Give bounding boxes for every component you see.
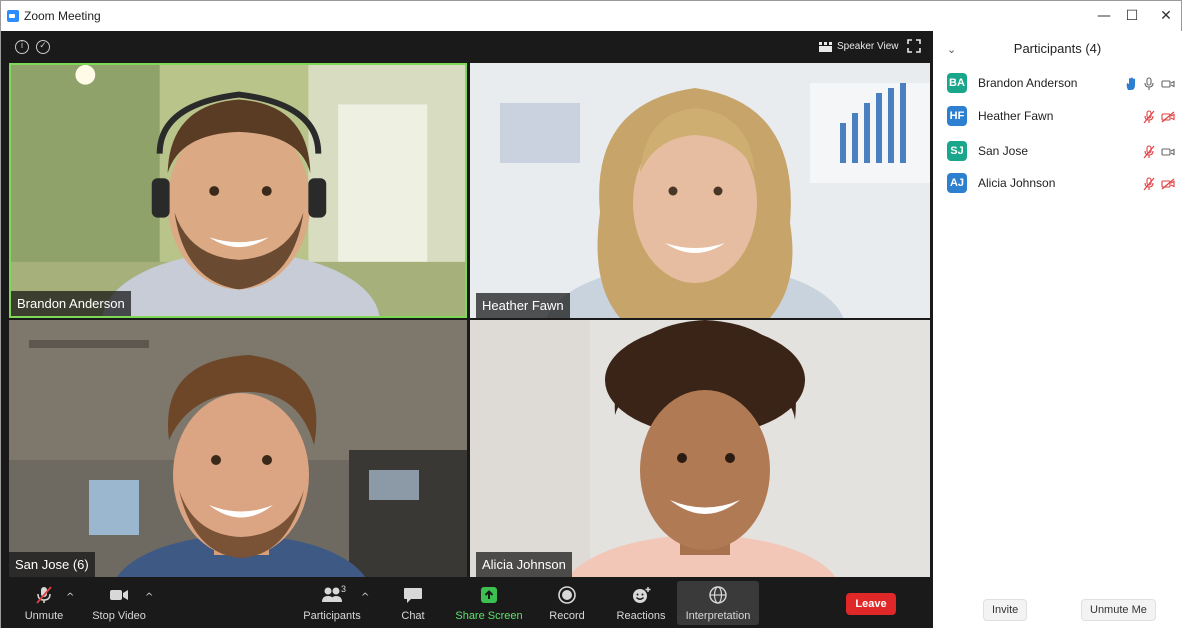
participants-panel-title: Participants (4) (1013, 41, 1102, 56)
microphone-icon (1144, 77, 1154, 90)
people-icon (322, 587, 342, 602)
video-camera-icon (1161, 80, 1175, 88)
raised-hand-icon (1126, 77, 1135, 90)
participants-icon-wrap: 3 (317, 584, 347, 604)
participant-name: San Jose (978, 144, 1029, 158)
reactions-label: Reactions (616, 610, 666, 622)
participant-status-icons (1125, 75, 1175, 93)
muted-microphone-icon (1143, 177, 1155, 191)
participants-label: Participants (303, 610, 361, 622)
video-feed-heather (470, 63, 930, 318)
record-label: Record (549, 610, 585, 622)
collapse-chevron-icon[interactable]: ⌄ (947, 43, 956, 56)
chat-bubble-icon (404, 588, 422, 603)
minimize-button[interactable]: — (1089, 5, 1119, 27)
interpretation-label: Interpretation (685, 610, 751, 622)
muted-microphone-icon (1143, 145, 1155, 159)
participants-options-caret-icon[interactable]: ^ (361, 592, 369, 603)
participant-status-icons (1143, 175, 1175, 193)
close-window-button[interactable]: ✕ (1151, 5, 1181, 27)
avatar: BA (947, 73, 967, 93)
unmute-label: Unmute (24, 610, 64, 622)
security-shield-icon[interactable]: ✓ (36, 40, 50, 54)
avatar: AJ (947, 173, 967, 193)
meeting-info-icon[interactable]: i (15, 40, 29, 54)
video-feed-brandon (11, 65, 465, 316)
participants-button[interactable]: 3 Participants (297, 581, 367, 625)
zoom-app-icon (7, 10, 19, 22)
record-icon (558, 586, 576, 604)
reactions-button[interactable]: Reactions (611, 581, 671, 625)
title-bar: Zoom Meeting — ☐ ✕ (1, 1, 1181, 31)
participant-status-icons (1143, 108, 1175, 126)
share-screen-button[interactable]: Share Screen (453, 581, 525, 625)
maximize-button[interactable]: ☐ (1117, 5, 1147, 27)
participant-name: Alicia Johnson (978, 176, 1056, 190)
unmute-button[interactable]: Unmute (19, 581, 69, 625)
participant-row-san-jose[interactable]: SJ San Jose (947, 139, 1175, 165)
participant-name: Heather Fawn (978, 109, 1054, 123)
video-camera-icon (110, 590, 128, 600)
zoom-window: Zoom Meeting — ☐ ✕ i ✓ Speaker View Bran… (0, 0, 1182, 628)
share-screen-icon (481, 587, 497, 603)
invite-button[interactable]: Invite (983, 599, 1028, 621)
stop-video-label: Stop Video (92, 610, 146, 622)
participants-panel: Participants (4) ⌄ BA Brandon Anderson H… (933, 31, 1182, 628)
muted-mic-icon (36, 586, 52, 604)
video-tile-alicia-johnson[interactable]: Alicia Johnson (470, 320, 930, 577)
video-feed-alicia (470, 320, 930, 577)
smiley-plus-icon (633, 587, 651, 603)
record-button[interactable]: Record (542, 581, 592, 625)
muted-microphone-icon (1143, 110, 1155, 124)
video-off-icon (1161, 178, 1175, 190)
share-screen-label: Share Screen (455, 610, 523, 622)
video-tile-san-jose[interactable]: San Jose (6) (9, 320, 467, 577)
speaker-view-button[interactable]: Speaker View (813, 36, 905, 58)
participant-status-icons (1143, 143, 1175, 161)
avatar: SJ (947, 141, 967, 161)
participant-name-tag: San Jose (6) (9, 552, 95, 577)
speaker-view-label: Speaker View (837, 41, 899, 52)
stop-video-button[interactable]: Stop Video (89, 581, 149, 625)
meeting-top-bar: i ✓ Speaker View (1, 31, 933, 63)
globe-icon (709, 586, 727, 604)
meeting-area: i ✓ Speaker View Brandon Anderson Heathe… (1, 31, 933, 628)
chat-button[interactable]: Chat (393, 581, 433, 625)
fullscreen-icon[interactable] (907, 39, 921, 53)
leave-button[interactable]: Leave (846, 593, 896, 615)
avatar: HF (947, 106, 967, 126)
video-tile-brandon-anderson[interactable]: Brandon Anderson (9, 63, 467, 318)
video-options-caret-icon[interactable]: ^ (145, 592, 153, 603)
participant-name-tag: Heather Fawn (476, 293, 570, 318)
participant-row-heather-fawn[interactable]: HF Heather Fawn (947, 104, 1175, 130)
video-tile-heather-fawn[interactable]: Heather Fawn (470, 63, 930, 318)
speaker-view-icon (819, 42, 833, 52)
window-title: Zoom Meeting (24, 9, 101, 23)
participant-row-alicia-johnson[interactable]: AJ Alicia Johnson (947, 171, 1175, 197)
participant-name: Brandon Anderson (978, 76, 1078, 90)
chat-label: Chat (401, 610, 425, 622)
meeting-toolbar: Unmute ^ Stop Video ^ 3 Participants ^ C… (1, 578, 933, 628)
participant-row-brandon-anderson[interactable]: BA Brandon Anderson (947, 71, 1175, 97)
participant-name-tag: Brandon Anderson (11, 291, 131, 316)
participant-name-tag: Alicia Johnson (476, 552, 572, 577)
video-off-icon (1161, 111, 1175, 123)
audio-options-caret-icon[interactable]: ^ (66, 592, 74, 603)
video-camera-icon (1161, 148, 1175, 156)
video-feed-san-jose (9, 320, 467, 577)
interpretation-button[interactable]: Interpretation (677, 581, 759, 625)
participant-count-badge: 3 (341, 584, 347, 594)
unmute-me-button[interactable]: Unmute Me (1081, 599, 1156, 621)
